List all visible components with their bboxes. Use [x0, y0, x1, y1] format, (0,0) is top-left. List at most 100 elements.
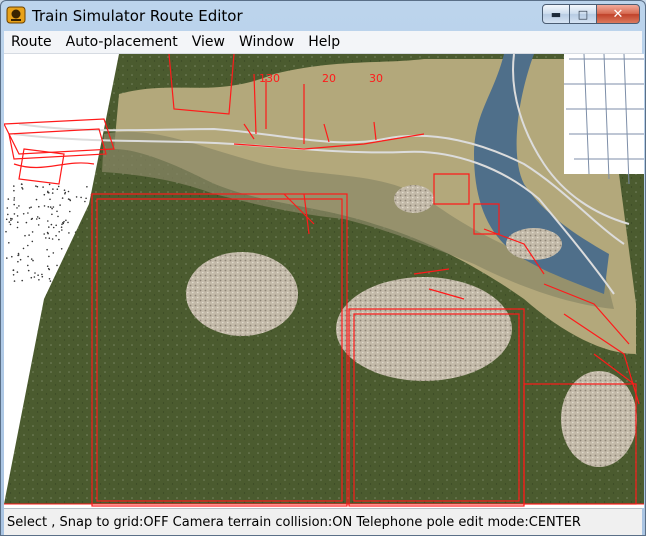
menu-route[interactable]: Route: [4, 31, 59, 53]
gravel-patch-upper: [394, 185, 434, 213]
scatter-point: [13, 213, 16, 215]
scatter-point: [43, 205, 46, 207]
scatter-point: [75, 196, 78, 198]
scatter-point: [51, 207, 53, 210]
scatter-point: [13, 197, 16, 199]
scatter-point: [7, 198, 10, 200]
scatter-point: [85, 197, 87, 200]
scatter-point: [84, 200, 86, 203]
minimize-button[interactable]: ▬: [542, 4, 570, 24]
scatter-point: [48, 237, 51, 239]
scatter-point: [28, 207, 31, 209]
scatter-point: [13, 189, 15, 192]
scatter-point: [55, 224, 57, 227]
scatter-point: [56, 188, 59, 190]
scatter-point: [52, 206, 55, 208]
scatter-point: [63, 220, 65, 223]
scatter-point: [32, 259, 34, 262]
scatter-point: [45, 237, 47, 239]
scatter-point: [5, 218, 8, 221]
close-icon: ✕: [612, 6, 624, 22]
scatter-point: [21, 183, 23, 186]
scatter-point: [27, 269, 30, 272]
scatter-point: [60, 226, 63, 228]
scatter-point: [22, 213, 25, 215]
maximize-button[interactable]: □: [569, 4, 597, 24]
scatter-point: [27, 264, 29, 267]
gravel-patch-center: [336, 277, 512, 381]
scatter-point: [68, 232, 70, 234]
scatter-point: [13, 185, 15, 187]
minimize-icon: ▬: [550, 7, 562, 21]
scatter-point: [36, 185, 39, 188]
scatter-point: [48, 226, 50, 228]
scatter-point: [48, 255, 50, 258]
scatter-point: [17, 221, 19, 223]
title-bar[interactable]: Train Simulator Route Editor ▬ □ ✕: [1, 1, 645, 31]
menu-help[interactable]: Help: [301, 31, 347, 53]
scatter-point: [31, 231, 34, 233]
menu-auto-placement[interactable]: Auto-placement: [59, 31, 185, 53]
window-controls: ▬ □ ✕: [542, 4, 640, 26]
scatter-point: [37, 274, 39, 276]
menu-window[interactable]: Window: [232, 31, 301, 53]
scatter-point: [16, 215, 19, 217]
scatter-point: [52, 188, 54, 190]
scatter-point: [35, 218, 38, 220]
scatter-point: [28, 234, 30, 236]
scatter-point: [10, 219, 12, 221]
scatter-point: [13, 203, 15, 206]
scatter-point: [67, 198, 70, 200]
scatter-point: [61, 197, 64, 199]
scatter-point: [12, 269, 15, 272]
scatter-point: [35, 185, 37, 187]
scatter-point: [17, 260, 19, 263]
route-3d-viewport[interactable]: 130 30 20: [4, 54, 644, 508]
train-app-icon: [6, 6, 26, 24]
scatter-point: [36, 216, 39, 218]
scatter-point: [31, 217, 33, 220]
scatter-point: [51, 192, 54, 194]
scatter-point: [21, 186, 23, 189]
scatter-point: [6, 257, 8, 259]
scatter-point: [12, 274, 15, 276]
scatter-point: [42, 186, 44, 188]
menu-view[interactable]: View: [185, 31, 232, 53]
scatter-point: [48, 278, 51, 280]
scatter-point: [10, 217, 12, 220]
scatter-point: [49, 198, 51, 201]
scatter-point: [16, 226, 19, 229]
scatter-point: [35, 198, 38, 201]
scatter-point: [47, 220, 49, 222]
scatter-point: [86, 186, 88, 188]
terrain-scene[interactable]: 130 30 20: [4, 54, 644, 508]
scatter-point: [50, 223, 53, 226]
scatter-point: [52, 252, 55, 254]
scatter-point: [30, 206, 32, 208]
scatter-point: [13, 199, 15, 201]
scatter-point: [16, 207, 18, 209]
scatter-point: [46, 231, 49, 234]
scatter-point: [63, 189, 66, 191]
scatter-point: [56, 264, 58, 267]
status-bar: Select , Snap to grid:OFF Camera terrain…: [4, 508, 642, 535]
gravel-patch-yard: [506, 228, 562, 260]
scatter-point: [61, 223, 63, 226]
scatter-point: [51, 213, 53, 216]
scatter-point: [27, 244, 29, 247]
scatter-point: [6, 207, 9, 209]
scatter-point: [41, 273, 43, 276]
scatter-point: [7, 213, 9, 216]
scatter-point: [17, 252, 20, 255]
marker-label-130: 130: [259, 72, 280, 85]
scatter-point: [43, 193, 46, 196]
scatter-point: [58, 238, 60, 241]
scatter-point: [27, 255, 29, 258]
gravel-patch-left: [186, 252, 298, 336]
marker-label-30: 30: [369, 72, 383, 85]
scatter-point: [8, 221, 11, 223]
scatter-point: [48, 183, 51, 186]
close-button[interactable]: ✕: [596, 4, 640, 24]
scatter-point: [16, 271, 19, 273]
scatter-point: [51, 238, 54, 240]
